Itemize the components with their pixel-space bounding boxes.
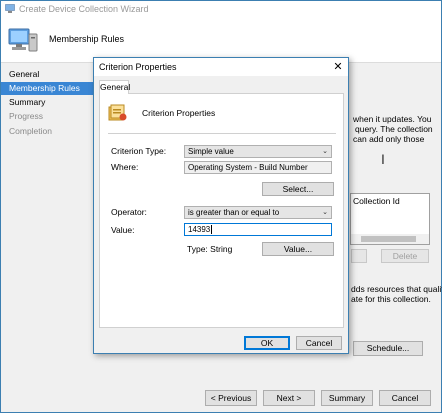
wizard-page-title: Membership Rules xyxy=(49,34,125,44)
dialog-title-bar[interactable]: Criterion Properties xyxy=(94,58,348,76)
computer-icon xyxy=(5,4,15,13)
separator xyxy=(108,133,336,134)
operator-value: is greater than or equal to xyxy=(188,208,280,217)
nav-item-progress: Progress xyxy=(9,111,44,121)
value-input[interactable]: 14393 xyxy=(184,223,332,236)
chevron-down-icon: ⌄ xyxy=(322,209,328,216)
edit-button-partial xyxy=(351,249,367,263)
value-label: Value: xyxy=(111,225,135,235)
panel-heading: Criterion Properties xyxy=(142,108,216,118)
delete-button: Delete xyxy=(381,249,429,263)
description-text-line3: can add only those xyxy=(353,134,425,144)
description-text-line2: query. The collection xyxy=(355,124,433,134)
where-field: Operating System - Build Number xyxy=(184,161,332,174)
tab-general[interactable]: General xyxy=(99,80,130,94)
select-button[interactable]: Select... xyxy=(262,182,334,196)
description-text-line5: ate for this collection. xyxy=(351,294,431,304)
general-tab-panel: Criterion Properties Criterion Type: Sim… xyxy=(99,93,344,328)
cancel-wizard-button[interactable]: Cancel xyxy=(379,390,431,406)
list-column-header[interactable]: Collection Id xyxy=(353,196,400,206)
close-icon[interactable]: ✕ xyxy=(330,59,346,75)
text-cursor-icon: I xyxy=(381,151,385,167)
text-caret xyxy=(211,225,213,235)
criterion-type-value: Simple value xyxy=(188,147,234,156)
nav-item-membership-rules[interactable]: Membership Rules xyxy=(1,82,105,95)
next-button[interactable]: Next > xyxy=(263,390,315,406)
operator-select[interactable]: is greater than or equal to ⌄ xyxy=(184,206,332,219)
schedule-button[interactable]: Schedule... xyxy=(353,341,423,356)
where-label: Where: xyxy=(111,162,139,172)
criterion-properties-dialog: Criterion Properties ✕ General Criterion… xyxy=(93,57,349,354)
value-input-text: 14393 xyxy=(188,225,211,234)
criterion-icon xyxy=(108,104,127,121)
description-text-line4: dds resources that qualify xyxy=(351,284,442,294)
wizard-title: Create Device Collection Wizard xyxy=(19,4,149,14)
value-button[interactable]: Value... xyxy=(262,242,334,256)
description-text-line1: when it updates. You xyxy=(353,114,432,124)
wizard-nav: General Membership Rules Summary Progres… xyxy=(1,63,105,412)
criterion-type-label: Criterion Type: xyxy=(111,146,167,156)
nav-item-summary[interactable]: Summary xyxy=(1,96,105,109)
type-text: Type: String xyxy=(187,244,233,254)
operator-label: Operator: xyxy=(111,207,147,217)
ok-button[interactable]: OK xyxy=(244,336,290,350)
summary-button[interactable]: Summary xyxy=(321,390,373,406)
wizard-title-bar: Create Device Collection Wizard xyxy=(1,1,441,17)
computer-icon xyxy=(8,28,38,52)
previous-button[interactable]: < Previous xyxy=(205,390,257,406)
chevron-down-icon: ⌄ xyxy=(322,148,328,155)
cancel-dialog-button[interactable]: Cancel xyxy=(296,336,342,350)
nav-item-completion: Completion xyxy=(9,126,52,136)
nav-item-general[interactable]: General xyxy=(1,68,105,81)
list-scrollbar-thumb[interactable] xyxy=(361,236,416,242)
criterion-type-select[interactable]: Simple value ⌄ xyxy=(184,145,332,158)
dialog-title: Criterion Properties xyxy=(99,62,177,72)
